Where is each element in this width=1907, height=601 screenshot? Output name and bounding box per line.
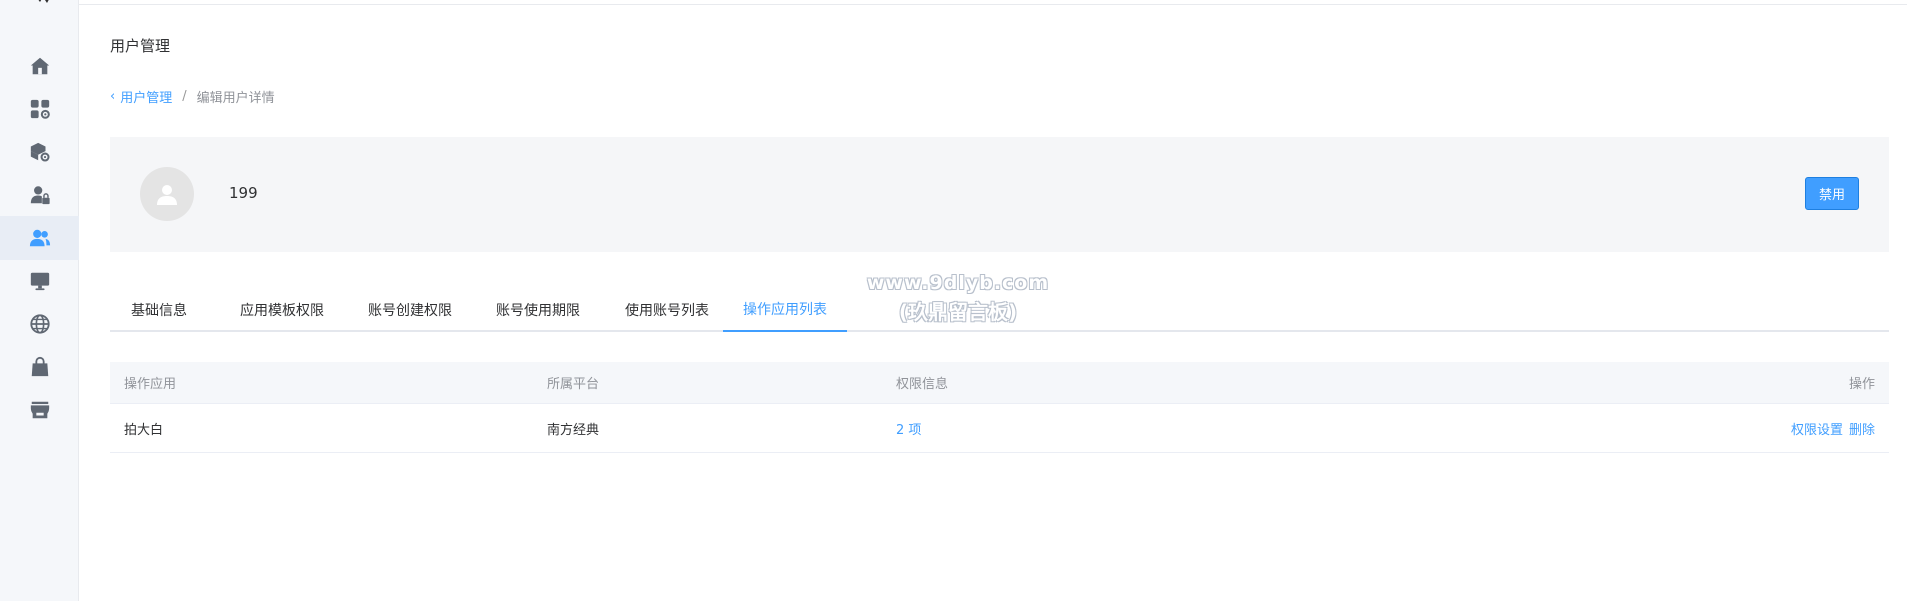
cell-app-name: 拍大白 xyxy=(124,422,164,438)
tab-used-account-list[interactable]: 使用账号列表 xyxy=(609,288,725,332)
user-lock-icon xyxy=(30,186,50,205)
sidebar-item-apps[interactable] xyxy=(0,87,79,131)
header-divider xyxy=(79,4,1907,5)
logo-icon xyxy=(38,0,49,3)
tab-bar: 基础信息 应用模板权限 账号创建权限 账号使用期限 使用账号列表 操作应用列表 xyxy=(110,288,1889,332)
sidebar-item-home[interactable] xyxy=(0,44,79,88)
permission-settings-link[interactable]: 权限设置 xyxy=(1791,419,1843,438)
tab-account-creation-permission[interactable]: 账号创建权限 xyxy=(352,288,468,332)
breadcrumb-current: 编辑用户详情 xyxy=(196,91,275,106)
column-header-actions: 操作 xyxy=(1848,377,1875,392)
breadcrumb-back-label: 用户管理 xyxy=(120,91,173,106)
tab-basic-info[interactable]: 基础信息 xyxy=(110,288,208,332)
users-icon xyxy=(29,229,50,247)
home-icon xyxy=(30,57,49,75)
store-icon xyxy=(30,401,49,419)
breadcrumb: ‹ 用户管理 / 编辑用户详情 xyxy=(110,87,275,106)
chevron-left-icon: ‹ xyxy=(110,89,116,104)
page-title: 用户管理 xyxy=(110,37,171,55)
apps-settings-icon xyxy=(30,99,50,119)
table-header: 操作应用 所属平台 权限信息 操作 xyxy=(110,362,1889,404)
shopping-bag-icon xyxy=(31,356,48,377)
column-header-app: 操作应用 xyxy=(124,377,177,392)
delete-link[interactable]: 删除 xyxy=(1849,419,1875,438)
package-settings-icon xyxy=(30,142,50,162)
avatar xyxy=(140,167,194,221)
breadcrumb-back-link[interactable]: ‹ 用户管理 xyxy=(110,87,172,106)
sidebar-item-user-permission[interactable] xyxy=(0,173,79,217)
sidebar-item-store[interactable] xyxy=(0,388,79,432)
sidebar-item-orders[interactable] xyxy=(0,345,79,389)
tab-account-usage-period[interactable]: 账号使用期限 xyxy=(480,288,596,332)
tab-operation-app-list[interactable]: 操作应用列表 xyxy=(723,288,847,332)
globe-icon xyxy=(29,314,50,334)
sidebar-item-users[interactable] xyxy=(0,216,79,260)
cell-platform: 南方经典 xyxy=(547,422,600,438)
column-header-platform: 所属平台 xyxy=(547,377,600,392)
tab-app-template-permission[interactable]: 应用模板权限 xyxy=(224,288,340,332)
user-name: 199 xyxy=(229,184,258,202)
operation-app-table: 操作应用 所属平台 权限信息 操作 拍大白 南方经典 2 项 权限设置 删除 xyxy=(110,362,1889,453)
sidebar-item-network[interactable] xyxy=(0,302,79,346)
permission-count-link[interactable]: 2 项 xyxy=(896,404,921,452)
column-header-permissions: 权限信息 xyxy=(896,377,949,392)
sidebar-item-devices[interactable] xyxy=(0,259,79,303)
user-summary-card: 199 禁用 xyxy=(110,137,1889,252)
breadcrumb-separator: / xyxy=(182,89,187,104)
sidebar-item-packages[interactable] xyxy=(0,130,79,174)
user-placeholder-icon xyxy=(157,185,177,205)
disable-button[interactable]: 禁用 xyxy=(1805,177,1859,210)
monitor-icon xyxy=(30,272,49,291)
cell-actions: 权限设置 删除 xyxy=(1791,404,1875,452)
sidebar xyxy=(0,0,79,601)
table-row: 拍大白 南方经典 2 项 权限设置 删除 xyxy=(110,404,1889,453)
